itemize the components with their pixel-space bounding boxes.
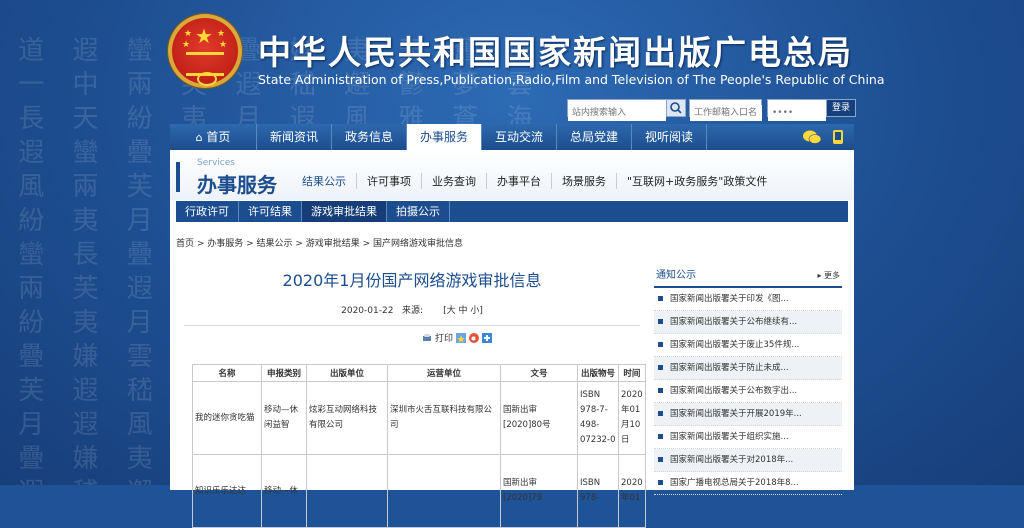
more-arrow-icon: ▸: [817, 271, 822, 280]
subnav-item-filming-notice[interactable]: 拍摄公示: [387, 201, 450, 222]
breadcrumb: 首页 > 办事服务 > 结果公示 > 游戏审批结果 > 国产网络游戏审批信息: [176, 239, 464, 249]
cell-publisher: [306, 454, 388, 528]
cell-name: 知识乐乐达达: [192, 454, 262, 528]
workspace-input[interactable]: [690, 105, 762, 121]
article-meta: 2020-01-22 来源: [大 中 小]: [184, 303, 640, 316]
table-row: 我的迷你贪吃猫 移动—休闲益智 炫彩互动网络科技有限公司 深圳市火舌互联科技有限…: [192, 381, 646, 455]
nav-item-home[interactable]: ⌂ 首页: [170, 124, 257, 150]
list-item[interactable]: 国家新闻出版署关于印发《图...: [654, 288, 842, 311]
cell-category: 移动—休: [261, 454, 307, 528]
subnav-item-game-approval[interactable]: 游戏审批结果: [302, 201, 387, 222]
font-size-switch[interactable]: [大 中 小]: [443, 306, 483, 316]
article-tools: 打印: [422, 331, 493, 344]
tab-policy-documents[interactable]: "互联网+政务服务"政策文件: [616, 173, 777, 189]
table-row: 知识乐乐达达 移动—休 国新出审[2020]79 ISBN 978- 2020年…: [192, 454, 646, 528]
nav-icon-group: [802, 124, 854, 150]
nav-item-news[interactable]: 新闻资讯: [257, 124, 332, 150]
column-header: 名称: [192, 364, 262, 382]
cell-operator: 深圳市火舌互联科技有限公司: [387, 381, 501, 455]
cell-isbn: ISBN 978-: [577, 454, 619, 528]
tab-licensing[interactable]: 许可事项: [356, 173, 421, 189]
column-header: 运营单位: [387, 364, 501, 382]
more-link[interactable]: ▸ 更多: [817, 266, 840, 286]
cell-isbn: ISBN 978-7-498-07232-0: [577, 381, 619, 455]
cell-date: 2020年01: [618, 454, 646, 528]
wechat-icon[interactable]: [802, 129, 822, 145]
tab-service-platform[interactable]: 办事平台: [486, 173, 551, 189]
list-item[interactable]: 国家广播电视总局关于2018年8...: [654, 472, 842, 495]
search-button[interactable]: [666, 100, 685, 116]
article-source-label: 来源:: [402, 306, 424, 316]
mobile-icon[interactable]: [832, 129, 844, 145]
more-label: 更多: [824, 271, 840, 280]
column-header: 申报类别: [261, 364, 307, 382]
share-weibo-icon[interactable]: [469, 332, 480, 343]
search-input[interactable]: [568, 105, 666, 121]
services-tabs: 结果公示 许可事项 业务查询 办事平台 场景服务 "互联网+政务服务"政策文件: [292, 173, 777, 189]
nav-item-party[interactable]: 总局党建: [557, 124, 632, 150]
nav-label: 首页: [206, 130, 231, 144]
list-item[interactable]: 国家新闻出版署关于开展2019年...: [654, 403, 842, 426]
column-header: 时间: [618, 364, 646, 382]
tab-scene-services[interactable]: 场景服务: [551, 173, 616, 189]
share-qzone-icon[interactable]: [456, 332, 467, 343]
share-more-icon[interactable]: [482, 332, 493, 343]
cell-approval-number: 国新出审[2020]80号: [500, 381, 578, 455]
site-title: 中华人民共和国国家新闻出版广电总局: [258, 33, 853, 72]
nav-item-services[interactable]: 办事服务: [407, 124, 482, 150]
table-header-row: 名称 申报类别 出版单位 运营单位 文号 出版物号 时间: [192, 364, 646, 382]
tab-business-query[interactable]: 业务查询: [421, 173, 486, 189]
article-title: 2020年1月份国产网络游戏审批信息: [282, 271, 542, 290]
national-emblem-icon: ★ ★ ★ ★ ★: [168, 14, 242, 88]
nav-item-av-reading[interactable]: 视听阅读: [632, 124, 707, 150]
sidebar-title: 通知公示: [656, 270, 696, 281]
workspace-login-field: [689, 99, 762, 121]
print-link[interactable]: 打印: [435, 331, 453, 344]
list-item[interactable]: 国家新闻出版署关于对2018年...: [654, 449, 842, 472]
site-header: ★ ★ ★ ★ ★ 中华人民共和国国家新闻出版广电总局 State Admini…: [0, 0, 1024, 125]
main-nav: ⌂ 首页 新闻资讯 政务信息 办事服务 互动交流 总局党建 视听阅读: [170, 124, 854, 150]
services-header: Services 办事服务 结果公示 许可事项 业务查询 办事平台 场景服务 "…: [170, 150, 854, 200]
list-item[interactable]: 国家新闻出版署关于公布继续有...: [654, 311, 842, 334]
sidebar-header: 通知公示 ▸ 更多: [654, 266, 842, 288]
services-label-en: Services: [197, 158, 235, 168]
column-header: 文号: [500, 364, 578, 382]
subnav-item-admin-license[interactable]: 行政许可: [176, 201, 239, 222]
list-item[interactable]: 国家新闻出版署关于防止未成...: [654, 357, 842, 380]
password-field: [767, 99, 827, 121]
cell-publisher: 炫彩互动网络科技有限公司: [306, 381, 388, 455]
site-subtitle: State Administration of Press,Publicatio…: [258, 72, 885, 87]
site-search-box: [567, 99, 686, 121]
services-accent-bar: [176, 162, 180, 192]
nav-item-interaction[interactable]: 互动交流: [482, 124, 557, 150]
services-label-cn: 办事服务: [197, 173, 277, 197]
tab-results[interactable]: 结果公示: [292, 173, 356, 189]
list-item[interactable]: 国家新闻出版署关于废止35件规...: [654, 334, 842, 357]
divider: [184, 325, 640, 326]
home-icon: ⌂: [195, 131, 203, 144]
cell-name: 我的迷你贪吃猫: [192, 381, 262, 455]
subnav-item-license-results[interactable]: 许可结果: [239, 201, 302, 222]
approval-table: 名称 申报类别 出版单位 运营单位 文号 出版物号 时间 我的迷你贪吃猫 移动—…: [192, 364, 646, 528]
column-header: 出版物号: [577, 364, 619, 382]
search-icon: [670, 102, 682, 114]
cell-date: 2020年01月10日: [618, 381, 646, 455]
notice-sidebar: 通知公示 ▸ 更多 国家新闻出版署关于印发《图... 国家新闻出版署关于公布继续…: [654, 266, 842, 495]
cell-category: 移动—休闲益智: [261, 381, 307, 455]
services-subnav: 行政许可 许可结果 游戏审批结果 拍摄公示: [176, 201, 848, 222]
list-item[interactable]: 国家新闻出版署关于公布数字出...: [654, 380, 842, 403]
print-icon[interactable]: [422, 333, 432, 343]
column-header: 出版单位: [306, 364, 388, 382]
list-item[interactable]: 国家新闻出版署关于组织实施...: [654, 426, 842, 449]
article-date: 2020-01-22: [341, 306, 394, 316]
login-button[interactable]: 登录: [826, 99, 856, 117]
content-panel: Services 办事服务 结果公示 许可事项 业务查询 办事平台 场景服务 "…: [170, 150, 854, 528]
nav-item-government-info[interactable]: 政务信息: [332, 124, 407, 150]
password-input[interactable]: [768, 105, 826, 121]
cell-approval-number: 国新出审[2020]79: [500, 454, 578, 528]
cell-operator: [387, 454, 501, 528]
